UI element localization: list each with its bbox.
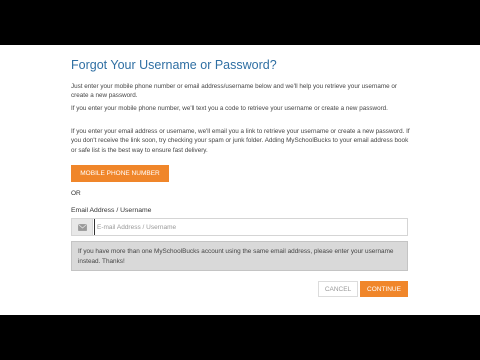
intro-paragraph: Just enter your mobile phone number or e…	[71, 83, 398, 100]
envelope-icon	[72, 219, 93, 235]
email-input-group	[71, 218, 409, 236]
page-title: Forgot Your Username or Password?	[71, 58, 277, 72]
or-divider: OR	[71, 190, 81, 197]
email-input[interactable]	[94, 219, 409, 235]
continue-button[interactable]: CONTINUE	[360, 281, 408, 297]
multiple-accounts-notice: If you have more than one MySchoolBucks …	[71, 241, 408, 271]
mobile-phone-number-button[interactable]: MOBILE PHONE NUMBER	[71, 165, 169, 182]
cancel-button[interactable]: CANCEL	[318, 281, 358, 297]
email-info-paragraph: If you enter your email address or usern…	[71, 128, 410, 154]
dialog-panel: Forgot Your Username or Password? Just e…	[0, 45, 480, 315]
mobile-info-paragraph: If you enter your mobile phone number, w…	[71, 105, 388, 112]
email-field-label: Email Address / Username	[71, 207, 152, 214]
